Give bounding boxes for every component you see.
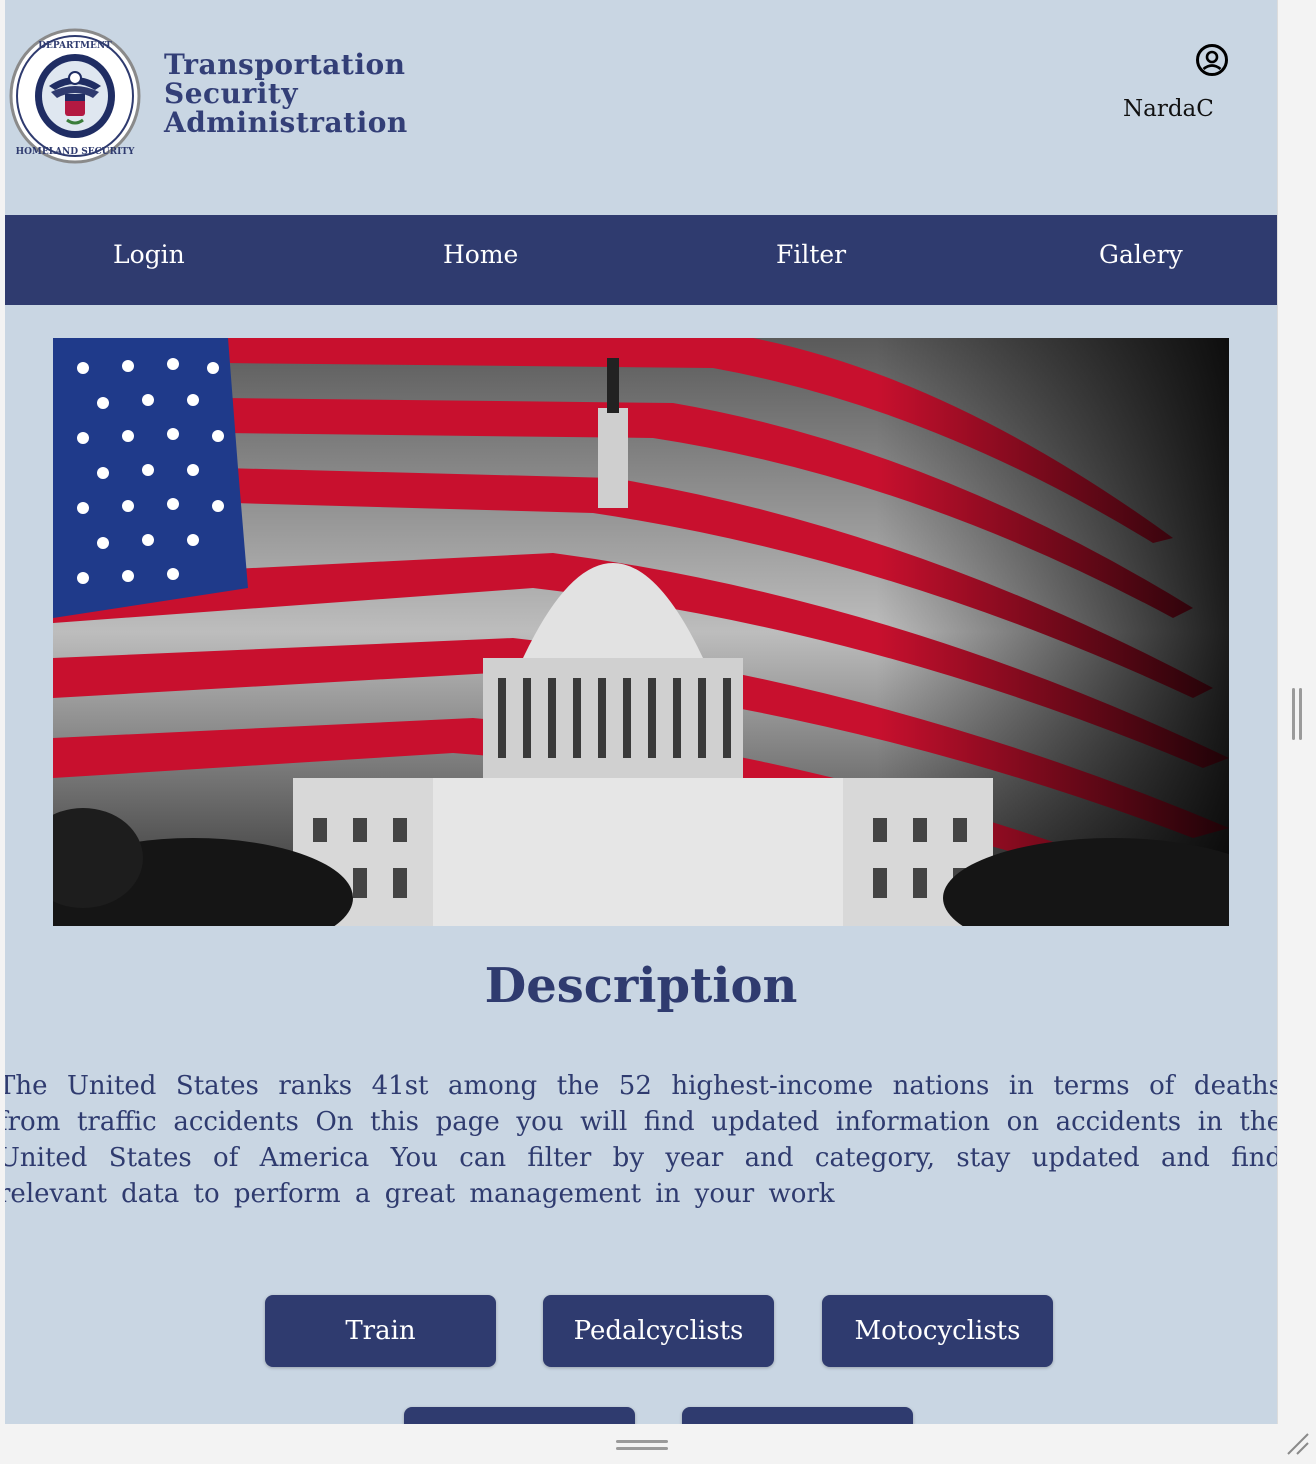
- site-header: DEPARTMENT HOMELAND SECURITY Transportat…: [5, 0, 1277, 215]
- nav-galery[interactable]: Galery: [1099, 215, 1183, 305]
- section-title: Description: [484, 958, 798, 1014]
- main-nav: Login Home Filter Galery: [5, 215, 1277, 305]
- category-button-5[interactable]: [682, 1407, 913, 1424]
- train-button[interactable]: Train: [265, 1295, 496, 1367]
- description-text: The United States ranks 41st among the 5…: [5, 1071, 1277, 1209]
- brand-line: Administration: [164, 106, 408, 139]
- brand-title: Transportation Security Administration: [164, 50, 408, 137]
- dhs-seal-logo: DEPARTMENT HOMELAND SECURITY: [9, 28, 141, 164]
- svg-text:DEPARTMENT: DEPARTMENT: [38, 41, 112, 51]
- user-name[interactable]: NardaC: [1123, 96, 1214, 122]
- vertical-drag-handle[interactable]: [1292, 688, 1304, 740]
- hero-capitol-flag-image: [53, 338, 1229, 926]
- nav-login[interactable]: Login: [113, 215, 185, 305]
- nav-home[interactable]: Home: [443, 215, 518, 305]
- user-icon[interactable]: [1195, 43, 1229, 77]
- svg-text:HOMELAND SECURITY: HOMELAND SECURITY: [16, 147, 135, 157]
- brand-line: Transportation: [164, 48, 406, 81]
- brand-line: Security: [164, 77, 299, 110]
- nav-filter[interactable]: Filter: [776, 215, 846, 305]
- pedalcyclists-button[interactable]: Pedalcyclists: [543, 1295, 774, 1367]
- motocyclists-button[interactable]: Motocyclists: [822, 1295, 1053, 1367]
- category-button-4[interactable]: [404, 1407, 635, 1424]
- horizontal-drag-handle[interactable]: [616, 1440, 668, 1452]
- resize-grip-icon[interactable]: [1284, 1430, 1312, 1458]
- page-viewport: DEPARTMENT HOMELAND SECURITY Transportat…: [5, 0, 1277, 1424]
